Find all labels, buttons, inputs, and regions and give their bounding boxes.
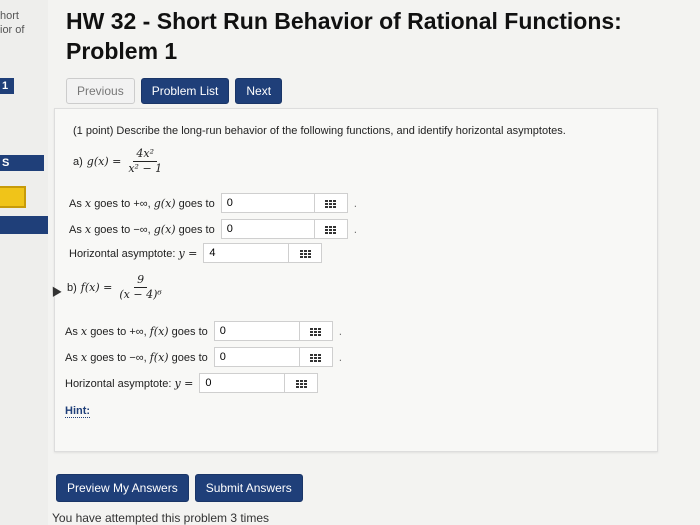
problem-nav: Previous Problem List Next (66, 78, 283, 104)
problem-list-button[interactable]: Problem List (140, 78, 230, 104)
sidebar: hort ior of 1 S (0, 0, 48, 525)
part-b-numerator: 9 (134, 273, 148, 288)
sidebar-text-2: ior of (0, 24, 25, 36)
grid-icon (325, 224, 337, 234)
grid-icon (310, 326, 322, 336)
part-a-row-2-label: As x goes to −∞, g(x) goes to (69, 222, 215, 236)
part-a-row-2: As x goes to −∞, g(x) goes to . (69, 219, 357, 239)
part-b-row-2-label: As x goes to −∞, f(x) goes to (65, 350, 208, 364)
problem-panel: (1 point) Describe the long-run behavior… (54, 108, 658, 452)
equation-editor-button[interactable] (298, 321, 333, 341)
equation-editor-button[interactable] (298, 347, 333, 367)
dot-separator: . (338, 350, 343, 364)
page-title: HW 32 - Short Run Behavior of Rational F… (66, 6, 622, 66)
part-a-fraction: 4x² x² − 1 (125, 147, 165, 176)
part-b-neg-inf-input[interactable] (213, 347, 300, 367)
equation-editor-button[interactable] (313, 193, 348, 213)
preview-answers-button[interactable]: Preview My Answers (56, 474, 189, 502)
sidebar-text-1: hort (0, 10, 19, 22)
equation-editor-button[interactable] (313, 219, 348, 239)
dot-separator: . (338, 324, 343, 338)
part-a-asymptote-label: Horizontal asymptote: y = (69, 246, 198, 260)
part-b-row-1-label: As x goes to +∞, f(x) goes to (65, 324, 208, 338)
part-b-denominator: (x − 4)⁶ (119, 288, 162, 301)
part-a-neg-inf-input[interactable] (220, 219, 315, 239)
part-b-fraction: 9 (x − 4)⁶ (116, 273, 164, 302)
grid-icon (310, 352, 322, 362)
answer-actions: Preview My Answers Submit Answers (56, 474, 303, 502)
part-a-asymptote-input[interactable] (203, 243, 290, 263)
problem-intro: (1 point) Describe the long-run behavior… (73, 125, 566, 137)
part-b-function: b) f(x) = 9 (x − 4)⁶ (67, 273, 165, 302)
dot-separator: . (353, 196, 358, 210)
title-line-2: Problem 1 (66, 38, 178, 64)
part-a-numerator: 4x² (133, 147, 158, 162)
part-b-asymptote-label: Horizontal asymptote: y = (65, 376, 194, 390)
next-button[interactable]: Next (235, 78, 283, 104)
part-b-row-1: As x goes to +∞, f(x) goes to . (65, 321, 342, 341)
previous-button[interactable]: Previous (66, 78, 135, 104)
part-a-denominator: x² − 1 (128, 162, 163, 175)
part-a-label: a) (73, 155, 83, 168)
title-line-1: HW 32 - Short Run Behavior of Rational F… (66, 8, 622, 34)
sidebar-highlight-item[interactable] (0, 186, 26, 208)
part-a-pos-inf-input[interactable] (220, 193, 315, 213)
part-a-row-1-label: As x goes to +∞, g(x) goes to (69, 196, 215, 210)
grid-icon (299, 248, 311, 258)
attempts-status: You have attempted this problem 3 times (52, 511, 270, 525)
part-a-func: g(x) = (86, 155, 122, 168)
dot-separator: . (353, 222, 358, 236)
part-b-func: f(x) = (80, 281, 113, 294)
part-a-row-1: As x goes to +∞, g(x) goes to . (69, 193, 357, 213)
part-b-label: b) (67, 281, 77, 294)
part-a-function: a) g(x) = 4x² x² − 1 (73, 147, 165, 176)
part-b-asymptote-row: Horizontal asymptote: y = (65, 373, 319, 393)
part-b-asymptote-input[interactable] (199, 373, 286, 393)
part-b-pos-inf-input[interactable] (213, 321, 300, 341)
sidebar-item-s[interactable]: S (0, 155, 44, 171)
grid-icon (295, 378, 307, 388)
submit-answers-button[interactable]: Submit Answers (194, 474, 303, 502)
equation-editor-button[interactable] (284, 373, 319, 393)
sidebar-problem-badge[interactable]: 1 (0, 78, 15, 94)
grid-icon (325, 198, 337, 208)
hint-link[interactable]: Hint: (65, 405, 91, 418)
part-b-row-2: As x goes to −∞, f(x) goes to . (65, 347, 342, 367)
equation-editor-button[interactable] (288, 243, 323, 263)
sidebar-item-active[interactable] (0, 216, 48, 234)
part-a-asymptote-row: Horizontal asymptote: y = (69, 243, 323, 263)
